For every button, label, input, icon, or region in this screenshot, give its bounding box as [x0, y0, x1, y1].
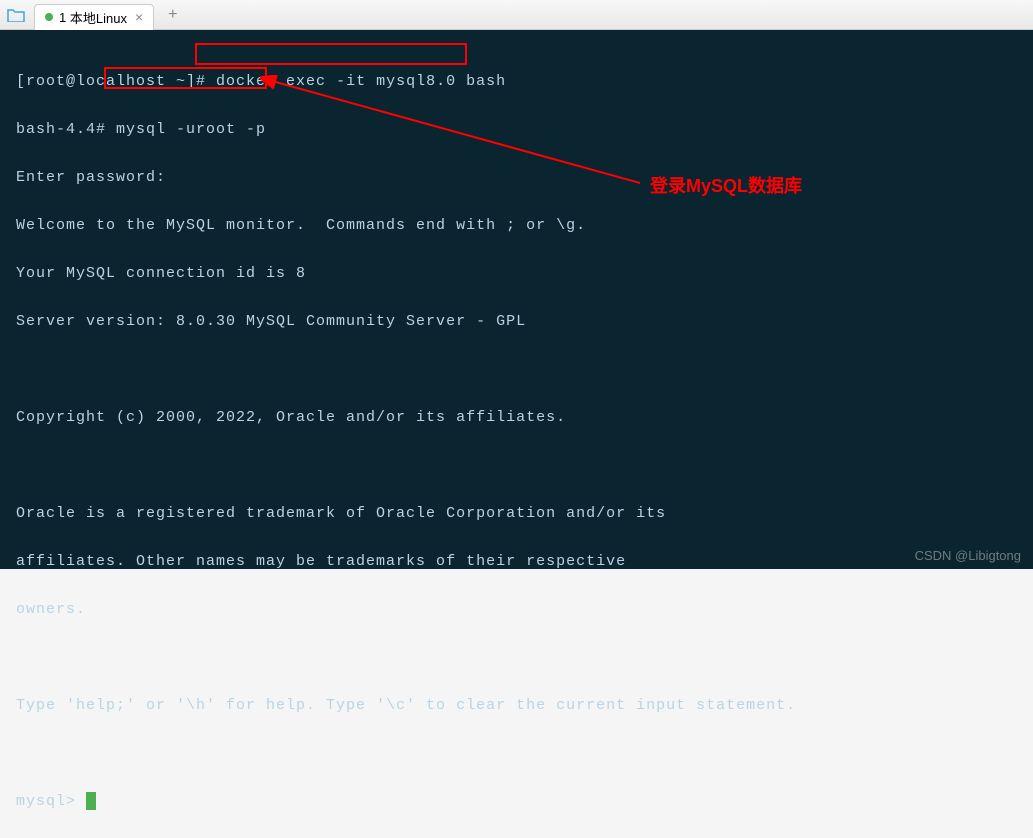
- folder-icon[interactable]: [6, 5, 26, 25]
- output-help-hint: Type 'help;' or '\h' for help. Type '\c'…: [16, 694, 1025, 718]
- tab-index: 1: [59, 10, 66, 25]
- output-trademark-2: affiliates. Other names may be trademark…: [16, 550, 1025, 574]
- tab-local-linux[interactable]: 1 本地Linux ×: [34, 4, 154, 30]
- terminal-area[interactable]: [root@localhost ~]# docker exec -it mysq…: [0, 30, 1033, 569]
- status-dot-icon: [45, 13, 53, 21]
- output-trademark-1: Oracle is a registered trademark of Orac…: [16, 502, 1025, 526]
- tab-bar: 1 本地Linux × +: [0, 0, 1033, 30]
- close-icon[interactable]: ×: [135, 9, 143, 25]
- add-tab-button[interactable]: +: [162, 6, 183, 24]
- shell-prompt: [root@localhost ~]#: [16, 73, 206, 90]
- output-trademark-3: owners.: [16, 598, 1025, 622]
- watermark: CSDN @Libigtong: [915, 548, 1021, 563]
- bash-prompt: bash-4.4#: [16, 121, 106, 138]
- mysql-prompt: mysql>: [16, 793, 76, 810]
- command-mysql-login: mysql -uroot -p: [116, 121, 266, 138]
- annotation-label: 登录MySQL数据库: [650, 172, 802, 198]
- command-docker-exec: docker exec -it mysql8.0 bash: [216, 73, 506, 90]
- output-connection-id: Your MySQL connection id is 8: [16, 262, 1025, 286]
- cursor-icon: [86, 792, 96, 810]
- output-copyright: Copyright (c) 2000, 2022, Oracle and/or …: [16, 406, 1025, 430]
- output-server-version: Server version: 8.0.30 MySQL Community S…: [16, 310, 1025, 334]
- output-enter-password: Enter password:: [16, 166, 1025, 190]
- tab-title: 本地Linux: [70, 8, 127, 27]
- output-welcome: Welcome to the MySQL monitor. Commands e…: [16, 214, 1025, 238]
